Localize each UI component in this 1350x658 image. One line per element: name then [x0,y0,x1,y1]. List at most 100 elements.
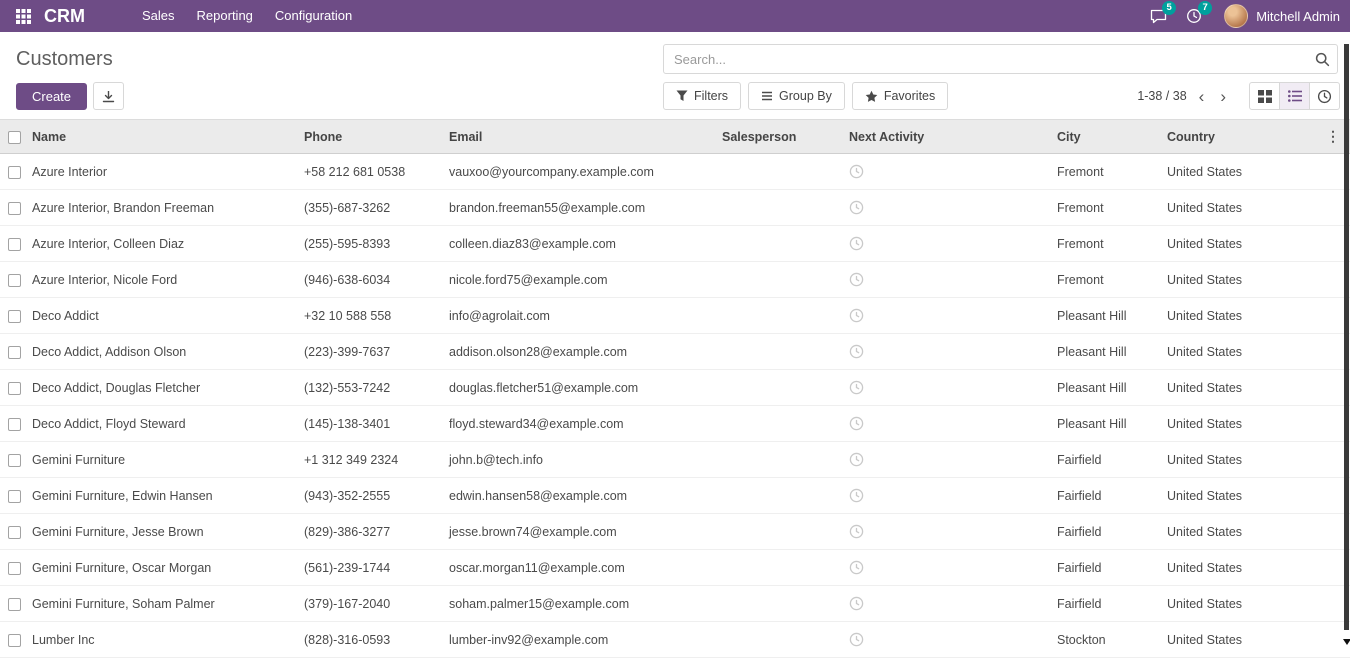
filters-label: Filters [694,89,728,103]
next-activity-clock-icon[interactable] [849,452,864,466]
group-by-button[interactable]: Group By [748,82,845,110]
row-checkbox[interactable] [8,166,21,179]
activities-button[interactable]: 7 [1182,4,1206,28]
menu-configuration[interactable]: Configuration [264,0,363,32]
cell-email: oscar.morgan11@example.com [445,550,718,586]
list-view-button[interactable] [1279,82,1310,110]
next-activity-clock-icon[interactable] [849,488,864,502]
table-row[interactable]: Azure Interior, Colleen Diaz (255)-595-8… [0,226,1350,262]
apps-menu-icon[interactable] [10,3,36,29]
row-checkbox[interactable] [8,238,21,251]
cell-country: United States [1163,370,1270,406]
table-row[interactable]: Gemini Furniture, Edwin Hansen (943)-352… [0,478,1350,514]
next-activity-clock-icon[interactable] [849,200,864,214]
menu-sales[interactable]: Sales [131,0,186,32]
table-row[interactable]: Azure Interior, Nicole Ford (946)-638-60… [0,262,1350,298]
activity-view-button[interactable] [1309,82,1340,110]
pager-next-button[interactable]: › [1212,88,1234,105]
next-activity-clock-icon[interactable] [849,416,864,430]
table-row[interactable]: Gemini Furniture, Oscar Morgan (561)-239… [0,550,1350,586]
filters-button[interactable]: Filters [663,82,741,110]
table-row[interactable]: Deco Addict, Addison Olson (223)-399-763… [0,334,1350,370]
select-all-checkbox[interactable] [8,131,21,144]
next-activity-clock-icon[interactable] [849,344,864,358]
pager: 1-38 / 38 ‹ › [1137,88,1234,105]
column-header-city[interactable]: City [1053,120,1163,154]
column-header-email[interactable]: Email [445,120,718,154]
cell-trailing-blank [1270,442,1350,478]
messages-button[interactable]: 5 [1146,4,1170,28]
cell-select [0,586,28,622]
cell-email: nicole.ford75@example.com [445,262,718,298]
cell-select [0,262,28,298]
row-checkbox[interactable] [8,634,21,647]
table-row[interactable]: Gemini Furniture, Jesse Brown (829)-386-… [0,514,1350,550]
menu-reporting[interactable]: Reporting [186,0,264,32]
page-title: Customers [16,48,663,71]
cell-next-activity [845,154,1053,190]
cell-name: Deco Addict, Floyd Steward [28,406,300,442]
cell-name: Deco Addict, Addison Olson [28,334,300,370]
column-header-country[interactable]: Country [1163,120,1270,154]
scrollbar-down-arrow[interactable] [1343,639,1350,645]
next-activity-clock-icon[interactable] [849,308,864,322]
row-checkbox[interactable] [8,454,21,467]
pager-previous-button[interactable]: ‹ [1191,88,1213,105]
row-checkbox[interactable] [8,418,21,431]
row-checkbox[interactable] [8,382,21,395]
row-checkbox[interactable] [8,526,21,539]
cell-country: United States [1163,406,1270,442]
favorites-button[interactable]: Favorites [852,82,948,110]
column-header-next-activity[interactable]: Next Activity [845,120,1053,154]
cell-email: brandon.freeman55@example.com [445,190,718,226]
cell-trailing-blank [1270,334,1350,370]
row-checkbox[interactable] [8,598,21,611]
table-row[interactable]: Azure Interior +58 212 681 0538 vauxoo@y… [0,154,1350,190]
navbar-menus: Sales Reporting Configuration [131,0,363,32]
search-input[interactable] [664,52,1307,67]
column-header-name[interactable]: Name [28,120,300,154]
scrollbar-thumb[interactable] [1344,44,1349,630]
navbar-right: 5 7 Mitchell Admin [1146,4,1340,28]
next-activity-clock-icon[interactable] [849,596,864,610]
row-checkbox[interactable] [8,346,21,359]
table-row[interactable]: Deco Addict, Douglas Fletcher (132)-553-… [0,370,1350,406]
cell-name: Gemini Furniture, Soham Palmer [28,586,300,622]
export-button[interactable] [93,82,124,110]
row-checkbox[interactable] [8,562,21,575]
cell-salesperson [718,514,845,550]
table-row[interactable]: Deco Addict +32 10 588 558 info@agrolait… [0,298,1350,334]
table-row[interactable]: Azure Interior, Brandon Freeman (355)-68… [0,190,1350,226]
search-icon[interactable] [1307,45,1337,73]
vertical-scrollbar[interactable] [1343,36,1350,648]
cell-name: Azure Interior, Colleen Diaz [28,226,300,262]
user-menu[interactable]: Mitchell Admin [1218,4,1340,28]
table-row[interactable]: Lumber Inc (828)-316-0593 lumber-inv92@e… [0,622,1350,658]
table-row[interactable]: Gemini Furniture, Soham Palmer (379)-167… [0,586,1350,622]
column-header-salesperson[interactable]: Salesperson [718,120,845,154]
kanban-view-button[interactable] [1249,82,1280,110]
cell-city: Fairfield [1053,586,1163,622]
optional-columns-toggle[interactable]: ⋮ [1270,120,1350,154]
table-row[interactable]: Deco Addict, Floyd Steward (145)-138-340… [0,406,1350,442]
next-activity-clock-icon[interactable] [849,164,864,178]
row-checkbox[interactable] [8,490,21,503]
app-name[interactable]: CRM [44,6,85,27]
column-header-phone[interactable]: Phone [300,120,445,154]
next-activity-clock-icon[interactable] [849,272,864,286]
group-by-label: Group By [779,89,832,103]
pager-range[interactable]: 1-38 / 38 [1137,89,1186,103]
next-activity-clock-icon[interactable] [849,380,864,394]
cell-next-activity [845,586,1053,622]
cell-city: Fairfield [1053,478,1163,514]
create-button[interactable]: Create [16,83,87,110]
next-activity-clock-icon[interactable] [849,236,864,250]
next-activity-clock-icon[interactable] [849,524,864,538]
table-row[interactable]: Gemini Furniture +1 312 349 2324 john.b@… [0,442,1350,478]
next-activity-clock-icon[interactable] [849,632,864,646]
next-activity-clock-icon[interactable] [849,560,864,574]
row-checkbox[interactable] [8,202,21,215]
cell-next-activity [845,550,1053,586]
row-checkbox[interactable] [8,274,21,287]
row-checkbox[interactable] [8,310,21,323]
